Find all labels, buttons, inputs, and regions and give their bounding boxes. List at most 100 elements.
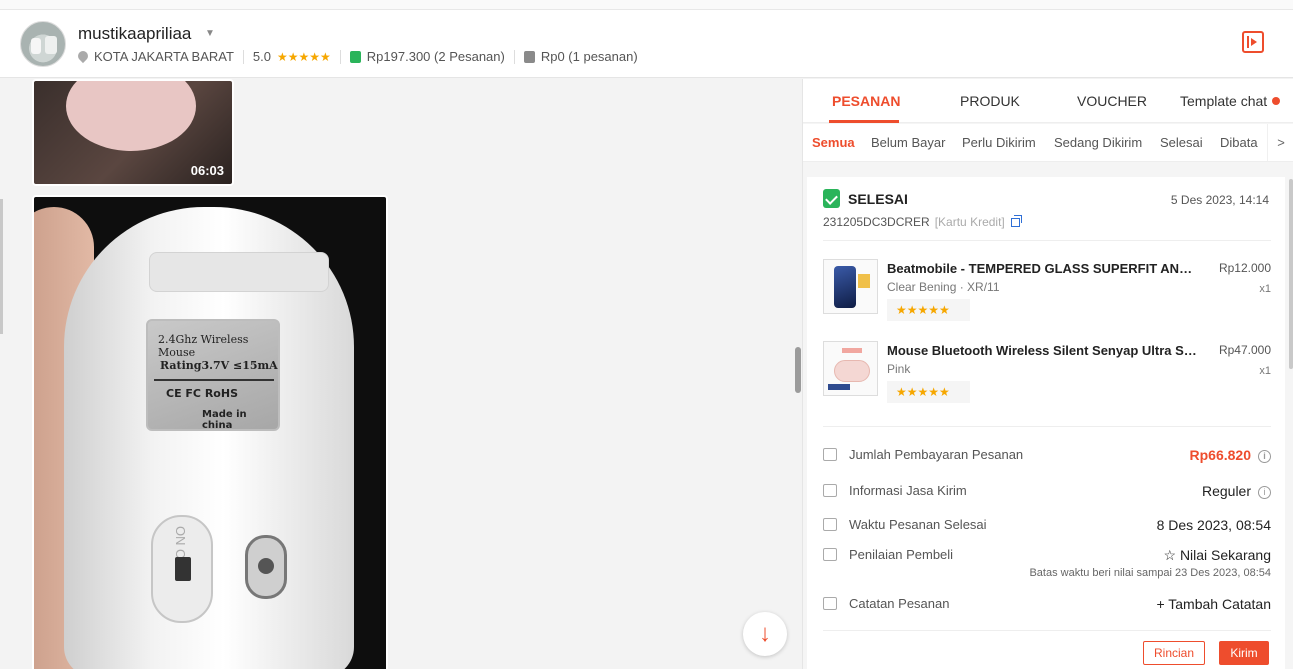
divider [242,49,244,64]
product-price: Rp47.000 [1218,343,1271,357]
location-pin-icon [78,51,88,63]
subtab-sedang-dikirim[interactable]: Sedang Dikirim [1054,135,1142,150]
product-quantity: x1 [1259,365,1271,377]
shipping-value: Reguler i [1202,483,1271,499]
chat-area: 06:03 2.4Ghz Wireless Mouse Rating3.7V ≤… [0,79,802,669]
divider [339,49,341,64]
subtab-perlu-dikirim[interactable]: Perlu Dikirim [962,135,1036,150]
photo-power-switch: ON OFF [151,515,213,623]
chat-left-edge [0,199,3,334]
order-filter-tabs: Semua Belum Bayar Perlu Dikirim Sedang D… [803,124,1293,162]
collapse-panel-icon[interactable] [1242,31,1264,53]
completed-time-label: Waktu Pesanan Selesai [849,517,987,532]
completed-time-row: Waktu Pesanan Selesai 8 Des 2023, 08:54 [823,517,1271,533]
calendar-check-icon [823,518,837,531]
subtab-dibatalkan[interactable]: Dibata [1220,135,1258,150]
order-status: SELESAI [823,189,908,208]
product-thumbnail [823,259,878,314]
divider [513,49,515,64]
buyer-username[interactable]: mustikaapriliaa [78,24,191,44]
video-thumbnail [66,81,196,151]
truck-icon [823,484,837,497]
chat-header: mustikaapriliaa ▼ KOTA JAKARTA BARAT 5.0… [0,10,1293,78]
product-variant: Pink [887,362,911,376]
order-panel: PESANAN PRODUK VOUCHER Template chat Sem… [802,79,1293,669]
avatar[interactable] [20,21,66,67]
photo-label-line1: 2.4Ghz Wireless Mouse [158,333,249,359]
payment-method: [Kartu Kredit] [934,215,1005,229]
order-complete-icon [823,189,840,208]
product-thumbnail [823,341,878,396]
arrow-down-icon: ↓ [759,620,771,647]
order-id-value: 231205DC3DCRER [823,215,930,229]
product-price: Rp12.000 [1218,261,1271,275]
payment-total-value: Rp66.820 i [1190,447,1271,463]
photo-label-line3: CE FC RoHS [166,387,238,400]
info-icon[interactable]: i [1258,450,1271,463]
buyer-review-row: Penilaian Pembeli ☆ Nilai Sekarang Batas… [823,547,1272,579]
payment-total-row: Jumlah Pembayaran Pesanan Rp66.820 i [823,447,1271,463]
review-deadline-note: Batas waktu beri nilai sampai 23 Des 202… [1029,567,1271,579]
tab-template-chat[interactable]: Template chat [1180,93,1281,109]
order-date: 5 Des 2023, 14:14 [1170,193,1269,207]
buyer-location: KOTA JAKARTA BARAT [94,49,234,64]
order-card: SELESAI 5 Des 2023, 14:14 231205DC3DCRER… [807,177,1285,669]
buyer-meta: KOTA JAKARTA BARAT 5.0 ★★★★★ Rp197.300 (… [78,49,638,64]
chevron-down-icon[interactable]: ▼ [205,28,215,39]
scroll-down-button[interactable]: ↓ [743,612,787,656]
buyer-review-label: Penilaian Pembeli [849,547,954,562]
order-note-label: Catatan Pesanan [849,596,950,611]
info-icon[interactable]: i [1258,486,1271,499]
rate-now-link[interactable]: ☆ Nilai Sekarang [1164,547,1272,564]
shipping-row: Informasi Jasa Kirim Reguler i [823,483,1271,499]
video-duration: 06:03 [190,163,224,178]
product-name: Mouse Bluetooth Wireless Silent Senyap U… [887,343,1197,358]
order-item[interactable]: Beatmobile - TEMPERED GLASS SUPERFIT ANT… [823,259,1271,329]
panel-scrollbar[interactable] [1289,179,1293,369]
paid-orders-icon [349,50,361,63]
order-details-button[interactable]: Rincian [1143,641,1205,665]
photo-switch-knob [175,557,191,581]
send-order-button[interactable]: Kirim [1219,641,1269,665]
image-message[interactable]: 2.4Ghz Wireless Mouse Rating3.7V ≤15mA C… [32,195,388,669]
subtab-belum-bayar[interactable]: Belum Bayar [871,135,945,150]
add-note-link[interactable]: + Tambah Catatan [1156,596,1271,612]
divider [823,240,1271,241]
tab-template-chat-label: Template chat [1180,93,1268,109]
shipping-service: Reguler [1201,483,1251,499]
payment-total-label: Jumlah Pembayaran Pesanan [849,447,1024,462]
order-item[interactable]: Mouse Bluetooth Wireless Silent Senyap U… [823,341,1271,411]
star-rating-icon: ★★★★★ [277,49,331,64]
note-icon [823,597,837,610]
subtab-semua[interactable]: Semua [812,135,855,150]
star-outline-icon [823,548,837,561]
tab-produk[interactable]: PRODUK [960,93,1020,109]
active-tab-indicator [829,120,899,123]
tab-voucher[interactable]: VOUCHER [1077,93,1147,109]
divider [823,630,1271,631]
photo-label-line2: Rating3.7V ≤15mA [160,359,278,372]
top-strip [0,0,1293,10]
tab-pesanan[interactable]: PESANAN [832,93,900,109]
wallet-icon [823,448,837,461]
product-quantity: x1 [1259,283,1271,295]
star-rating-icon: ★★★★★ [887,299,970,321]
payment-total-amount: Rp66.820 [1189,447,1251,463]
buyer-rating: 5.0 [252,49,271,64]
copy-icon[interactable] [1010,215,1022,227]
notification-dot [1272,97,1281,105]
completed-time-value: 8 Des 2023, 08:54 [1156,517,1271,533]
product-name: Beatmobile - TEMPERED GLASS SUPERFIT ANT… [887,261,1197,276]
subtab-selesai[interactable]: Selesai [1160,135,1203,150]
star-rating-icon: ★★★★★ [887,381,970,403]
photo-label-line4: Made in china [202,409,247,431]
product-variant: Clear Bening · XR/11 [887,280,1000,294]
shipping-label: Informasi Jasa Kirim [849,483,967,498]
video-message[interactable]: 06:03 [32,79,234,186]
chevron-right-icon[interactable]: > [1267,124,1293,161]
unpaid-orders-summary: Rp0 (1 pesanan) [540,49,638,64]
chat-scrollbar[interactable] [795,347,801,393]
unpaid-orders-icon [523,50,535,63]
photo-battery-slot [149,252,329,292]
photo-product-label: 2.4Ghz Wireless Mouse Rating3.7V ≤15mA C… [146,319,280,431]
